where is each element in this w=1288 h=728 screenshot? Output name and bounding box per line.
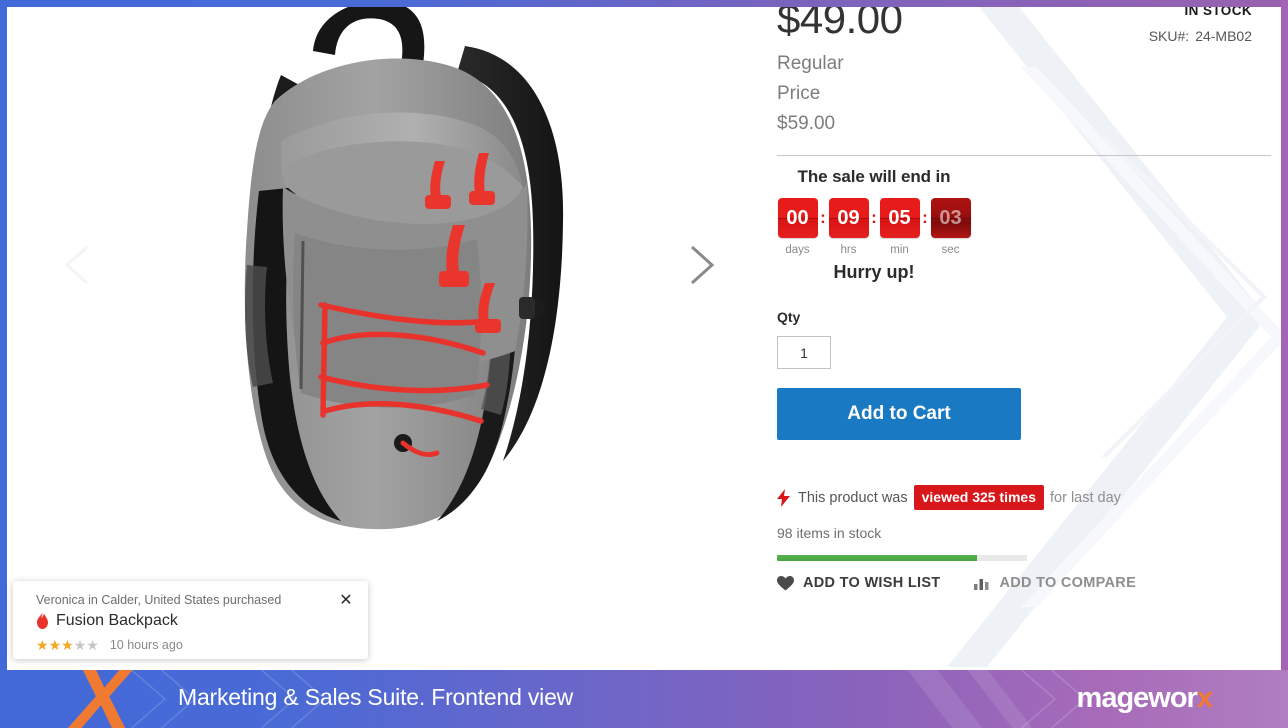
mageworx-logo-x: x [1196, 682, 1213, 714]
wish-list-label: ADD TO WISH LIST [803, 575, 941, 591]
footer-x-logo: X [72, 670, 131, 728]
footer-banner: X Marketing & Sales Suite. Frontend view… [0, 670, 1288, 728]
frame-border-left [0, 0, 7, 670]
viewed-prefix: This product was [798, 489, 908, 506]
mageworx-logo: mageworx [1076, 682, 1213, 715]
heart-icon [777, 575, 794, 591]
countdown-separator-1: : [820, 208, 826, 227]
availability-block: IN STOCK SKU#: 24-MB02 [1149, 7, 1252, 44]
countdown-hours-value: 09 [837, 206, 860, 229]
price-divider [777, 155, 1271, 156]
notification-product-row[interactable]: Fusion Backpack [36, 612, 178, 630]
purchase-notification-popup[interactable]: Veronica in Calder, United States purcha… [13, 581, 368, 659]
add-to-compare-link[interactable]: ADD TO COMPARE [974, 575, 1136, 591]
stock-progress-bar [777, 555, 1027, 561]
mageworx-logo-text: magewor [1076, 682, 1198, 714]
countdown-unit-hours: 09 hrs [828, 198, 869, 256]
product-info-panel: IN STOCK SKU#: 24-MB02 $49.00 Regular Pri… [771, 7, 1271, 607]
countdown-unit-minutes: 05 min [879, 198, 920, 256]
gallery-prev-arrow[interactable] [52, 239, 104, 291]
countdown-separator-2: : [871, 208, 877, 227]
countdown-seconds-box: 03 [930, 198, 971, 238]
countdown-unit-days: 00 days [777, 198, 818, 256]
gallery-next-arrow[interactable] [675, 239, 727, 291]
countdown-days-box: 00 [777, 198, 818, 238]
countdown-seconds-value: 03 [939, 206, 962, 229]
countdown-minutes-box: 05 [879, 198, 920, 238]
star-icon: ★ [48, 637, 62, 653]
notification-purchased-text: Veronica in Calder, United States purcha… [36, 593, 282, 607]
countdown-minutes-value: 05 [888, 206, 911, 229]
add-to-wish-list-link[interactable]: ADD TO WISH LIST [777, 575, 940, 591]
sku-value: 24-MB02 [1195, 28, 1252, 44]
regular-price-label: Regular Price [777, 53, 844, 104]
qty-input[interactable] [777, 336, 831, 369]
star-icon: ★ [73, 637, 87, 653]
countdown-minutes-label: min [890, 244, 909, 256]
footer-title: Marketing & Sales Suite. Frontend view [178, 684, 574, 710]
countdown-hurry-text: Hurry up! [833, 262, 915, 282]
countdown-title: The sale will end in [797, 167, 951, 186]
countdown-seconds-label: sec [941, 244, 960, 256]
page-content: IN STOCK SKU#: 24-MB02 $49.00 Regular Pri… [7, 7, 1281, 670]
frame-border-right [1281, 0, 1288, 670]
notification-meta: ★ ★ ★ ★ ★ 10 hours ago [36, 638, 183, 652]
qty-label: Qty [777, 309, 801, 325]
rating-stars: ★ ★ ★ ★ ★ [36, 638, 99, 652]
countdown-unit-seconds: 03 sec [930, 198, 971, 256]
bar-chart-icon [974, 576, 990, 590]
compare-label: ADD TO COMPARE [999, 575, 1137, 591]
countdown-boxes: 00 days : 09 hrs : 05 min: 03 sec [777, 198, 971, 256]
sku-row: SKU#: 24-MB02 [1149, 28, 1252, 44]
product-actions: ADD TO WISH LIST ADD TO COMPARE [777, 575, 1136, 591]
countdown-hours-box: 09 [828, 198, 869, 238]
star-icon: ★ [61, 637, 74, 653]
countdown-hours-label: hrs [840, 244, 857, 256]
final-price: $49.00 [777, 7, 903, 42]
product-gallery [7, 7, 763, 597]
close-icon[interactable]: ✕ [336, 590, 356, 610]
notification-time-ago: 10 hours ago [109, 638, 183, 652]
star-icon: ★ [86, 637, 99, 653]
countdown-days-label: days [785, 244, 810, 256]
product-page-screenshot: IN STOCK SKU#: 24-MB02 $49.00 Regular Pri… [0, 0, 1288, 728]
lightning-bolt-icon [777, 488, 790, 507]
countdown-days-value: 00 [786, 206, 809, 229]
stock-status: IN STOCK [1184, 7, 1252, 18]
flame-icon [36, 613, 49, 629]
items-in-stock-text: 98 items in stock [777, 525, 882, 541]
viewed-count-badge: viewed 325 times [913, 485, 1045, 510]
notification-product-name: Fusion Backpack [56, 612, 178, 629]
add-to-cart-button[interactable]: Add to Cart [777, 388, 1021, 440]
countdown-separator-3: : [922, 208, 928, 227]
stock-progress-fill [777, 555, 977, 561]
product-image[interactable] [135, 7, 635, 551]
star-icon: ★ [36, 637, 49, 653]
viewed-counter: This product was viewed 325 times for la… [777, 485, 1121, 510]
frame-border-top [0, 0, 1288, 7]
regular-price-value: $59.00 [777, 113, 836, 134]
sku-label: SKU#: [1148, 28, 1190, 44]
sale-countdown: The sale will end in 00 days : 09 hrs: … [777, 167, 971, 283]
viewed-suffix: for last day [1050, 489, 1121, 506]
